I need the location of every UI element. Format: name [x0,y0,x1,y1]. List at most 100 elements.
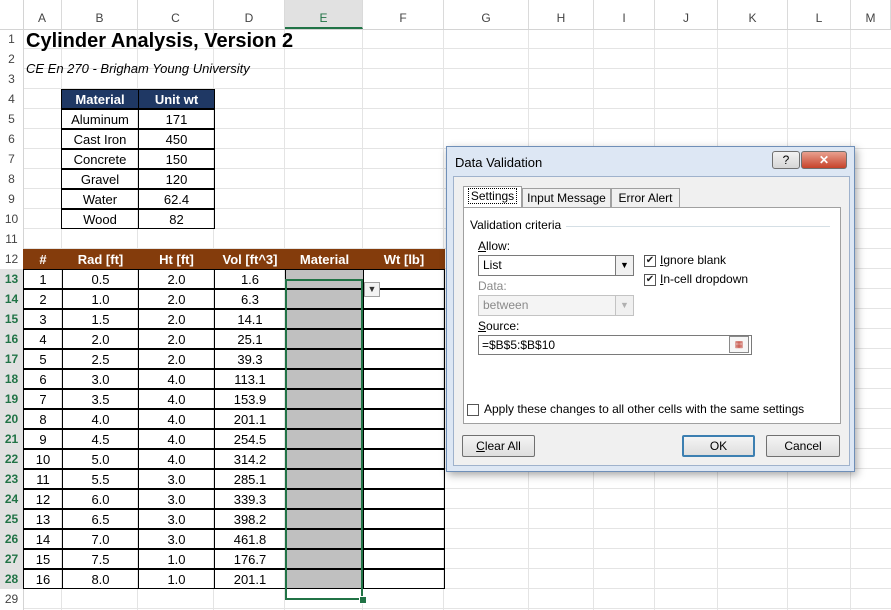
weight-cell[interactable] [363,389,445,409]
unit-weight-cell[interactable]: 150 [138,149,215,169]
row-header-9[interactable]: 9 [0,189,23,209]
column-header-f[interactable]: F [363,0,444,29]
index-cell[interactable]: 12 [23,489,63,509]
column-header-l[interactable]: L [788,0,851,29]
material-cell[interactable] [285,549,364,569]
index-cell[interactable]: 1 [23,269,63,289]
weight-cell[interactable] [363,549,445,569]
cancel-button[interactable]: Cancel [766,435,840,457]
height-cell[interactable]: 4.0 [138,369,215,389]
row-header-14[interactable]: 14 [0,289,23,309]
column-header-k[interactable]: K [718,0,788,29]
radius-cell[interactable]: 2.0 [62,329,139,349]
row-header-17[interactable]: 17 [0,349,23,369]
radius-cell[interactable]: 5.5 [62,469,139,489]
index-cell[interactable]: 2 [23,289,63,309]
index-cell[interactable]: 7 [23,389,63,409]
material-cell[interactable] [285,509,364,529]
weight-cell[interactable] [363,329,445,349]
weight-cell[interactable] [363,309,445,329]
index-cell[interactable]: 13 [23,509,63,529]
radius-cell[interactable]: 0.5 [62,269,139,289]
unit-weight-cell[interactable]: 450 [138,129,215,149]
material-cell[interactable] [285,309,364,329]
height-cell[interactable]: 2.0 [138,349,215,369]
index-cell[interactable]: 5 [23,349,63,369]
row-header-10[interactable]: 10 [0,209,23,229]
material-cell[interactable] [285,369,364,389]
sheet-subtitle[interactable]: CE En 270 - Brigham Young University [26,61,250,76]
data-header-cell[interactable]: # [23,249,63,269]
radius-cell[interactable]: 3.5 [62,389,139,409]
material-name-cell[interactable]: Concrete [61,149,139,169]
radius-cell[interactable]: 7.5 [62,549,139,569]
row-header-25[interactable]: 25 [0,509,23,529]
row-header-5[interactable]: 5 [0,109,23,129]
volume-cell[interactable]: 6.3 [214,289,286,309]
weight-cell[interactable] [363,489,445,509]
material-cell[interactable] [285,289,364,309]
column-header-i[interactable]: I [594,0,655,29]
row-header-4[interactable]: 4 [0,89,23,109]
material-cell[interactable] [285,429,364,449]
row-header-6[interactable]: 6 [0,129,23,149]
material-cell[interactable] [285,469,364,489]
material-name-cell[interactable]: Water [61,189,139,209]
row-header-16[interactable]: 16 [0,329,23,349]
clear-all-button[interactable]: Clear All [462,435,535,457]
weight-cell[interactable] [363,569,445,589]
volume-cell[interactable]: 39.3 [214,349,286,369]
radius-cell[interactable]: 4.0 [62,409,139,429]
volume-cell[interactable]: 113.1 [214,369,286,389]
index-cell[interactable]: 6 [23,369,63,389]
apply-all-checkbox[interactable] [467,404,479,416]
weight-cell[interactable] [363,349,445,369]
height-cell[interactable]: 4.0 [138,429,215,449]
radius-cell[interactable]: 8.0 [62,569,139,589]
material-name-cell[interactable]: Wood [61,209,139,229]
height-cell[interactable]: 4.0 [138,389,215,409]
column-header-d[interactable]: D [214,0,285,29]
index-cell[interactable]: 3 [23,309,63,329]
index-cell[interactable]: 4 [23,329,63,349]
weight-cell[interactable] [363,529,445,549]
material-name-cell[interactable]: Aluminum [61,109,139,129]
row-header-7[interactable]: 7 [0,149,23,169]
material-cell[interactable] [285,489,364,509]
row-header-2[interactable]: 2 [0,49,23,69]
volume-cell[interactable]: 314.2 [214,449,286,469]
radius-cell[interactable]: 5.0 [62,449,139,469]
volume-cell[interactable]: 25.1 [214,329,286,349]
volume-cell[interactable]: 1.6 [214,269,286,289]
weight-cell[interactable] [363,509,445,529]
range-selector-icon[interactable]: ▦ [729,336,749,353]
index-cell[interactable]: 10 [23,449,63,469]
weight-cell[interactable] [363,369,445,389]
column-header-c[interactable]: C [138,0,214,29]
fill-handle[interactable] [359,596,367,604]
materials-header-cell[interactable]: Material [61,89,139,109]
height-cell[interactable]: 3.0 [138,529,215,549]
allow-select[interactable]: List ▼ [478,255,634,276]
radius-cell[interactable]: 7.0 [62,529,139,549]
volume-cell[interactable]: 461.8 [214,529,286,549]
radius-cell[interactable]: 3.0 [62,369,139,389]
row-header-19[interactable]: 19 [0,389,23,409]
column-header-h[interactable]: H [529,0,594,29]
row-header-12[interactable]: 12 [0,249,23,269]
unit-weight-cell[interactable]: 62.4 [138,189,215,209]
row-header-18[interactable]: 18 [0,369,23,389]
row-header-15[interactable]: 15 [0,309,23,329]
row-header-28[interactable]: 28 [0,569,23,589]
row-header-1[interactable]: 1 [0,29,23,49]
column-header-m[interactable]: M [851,0,891,29]
row-header-29[interactable]: 29 [0,589,23,609]
volume-cell[interactable]: 339.3 [214,489,286,509]
row-header-11[interactable]: 11 [0,229,23,249]
incell-dropdown-checkbox[interactable]: ✔ [644,274,656,286]
material-cell[interactable] [285,569,364,589]
index-cell[interactable]: 15 [23,549,63,569]
material-name-cell[interactable]: Gravel [61,169,139,189]
index-cell[interactable]: 16 [23,569,63,589]
weight-cell[interactable] [363,429,445,449]
